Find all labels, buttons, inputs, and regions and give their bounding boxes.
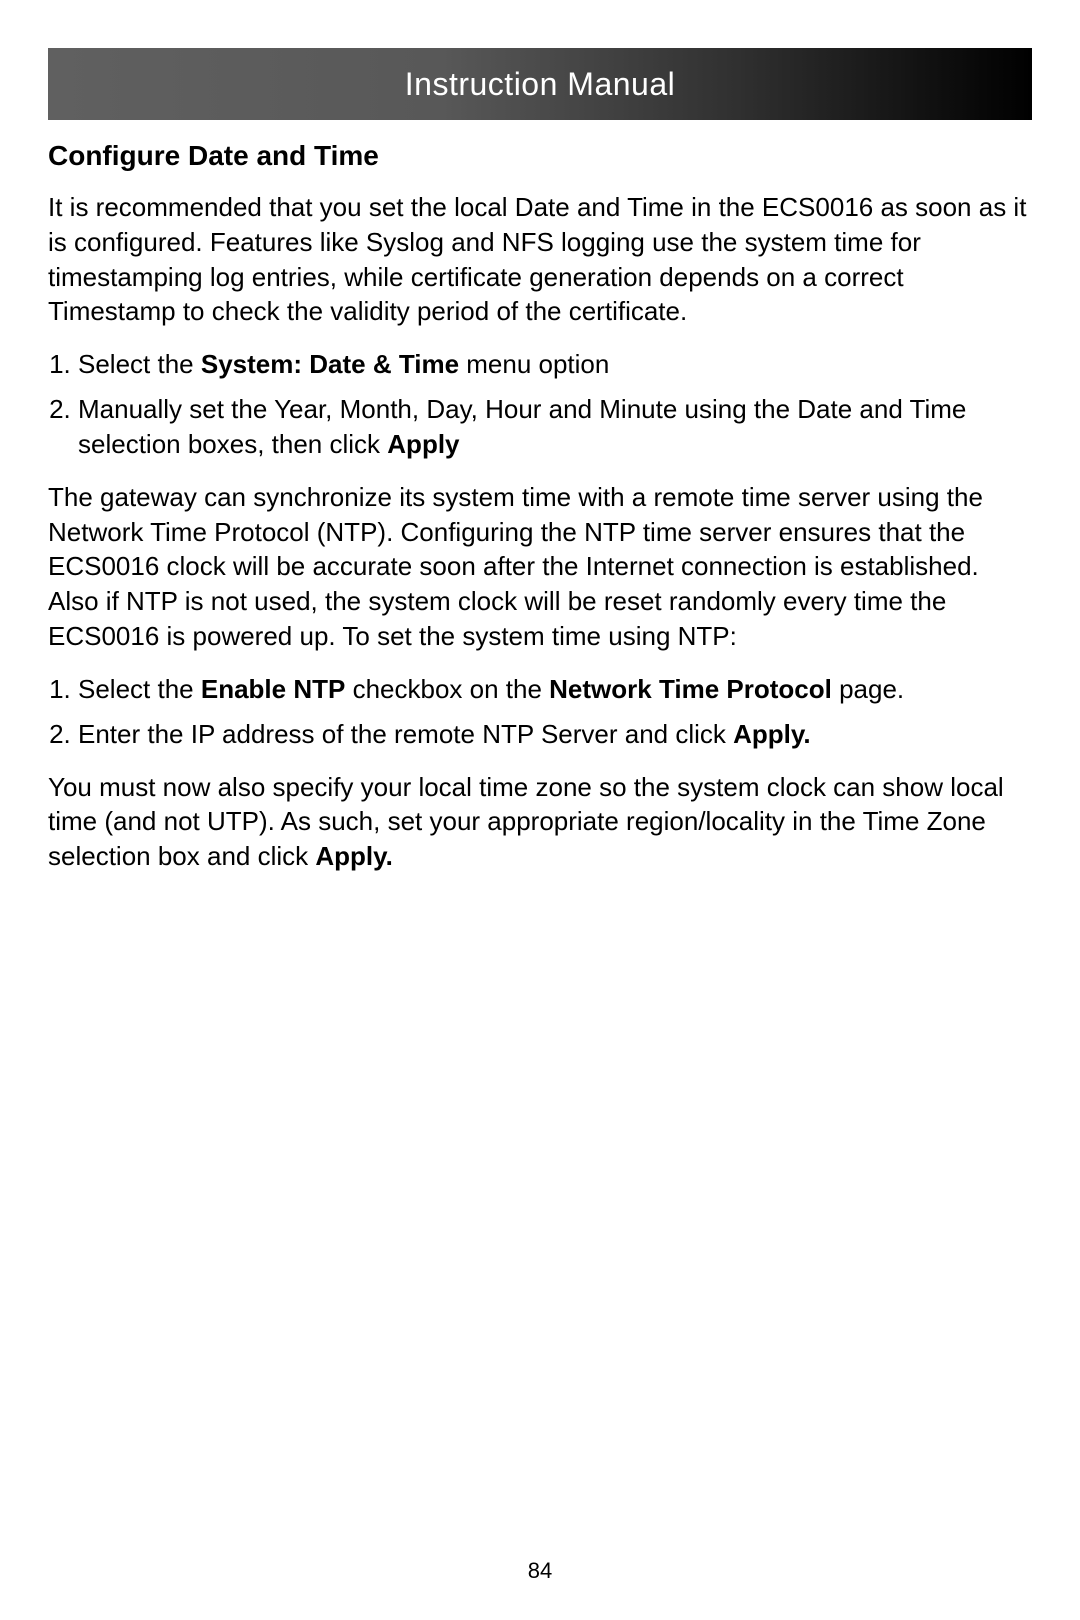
text: Manually set the Year, Month, Day, Hour …: [78, 394, 966, 459]
bold-text: Apply.: [733, 719, 811, 749]
paragraph-2: The gateway can synchronize its system t…: [48, 480, 1032, 654]
bold-text: Network Time Protocol: [549, 674, 832, 704]
header-banner: Instruction Manual: [48, 48, 1032, 120]
list-item: Select the Enable NTP checkbox on the Ne…: [78, 672, 1032, 707]
text: Enter the IP address of the remote NTP S…: [78, 719, 733, 749]
bold-text: System: Date & Time: [201, 349, 459, 379]
steps-list-2: Select the Enable NTP checkbox on the Ne…: [48, 672, 1032, 752]
bold-text: Apply: [387, 429, 459, 459]
section-heading: Configure Date and Time: [48, 140, 1032, 172]
text: Select the: [78, 674, 201, 704]
page-number: 84: [0, 1558, 1080, 1584]
list-item: Enter the IP address of the remote NTP S…: [78, 717, 1032, 752]
bold-text: Apply.: [315, 841, 393, 871]
bold-text: Enable NTP: [201, 674, 345, 704]
text: page.: [832, 674, 904, 704]
banner-title: Instruction Manual: [405, 66, 675, 103]
list-item: Select the System: Date & Time menu opti…: [78, 347, 1032, 382]
text: menu option: [459, 349, 609, 379]
list-item: Manually set the Year, Month, Day, Hour …: [78, 392, 1032, 462]
text: Select the: [78, 349, 201, 379]
steps-list-1: Select the System: Date & Time menu opti…: [48, 347, 1032, 461]
text: You must now also specify your local tim…: [48, 772, 1004, 872]
paragraph-3: You must now also specify your local tim…: [48, 770, 1032, 874]
text: checkbox on the: [345, 674, 549, 704]
page: Instruction Manual Configure Date and Ti…: [0, 0, 1080, 874]
paragraph-1: It is recommended that you set the local…: [48, 190, 1032, 329]
